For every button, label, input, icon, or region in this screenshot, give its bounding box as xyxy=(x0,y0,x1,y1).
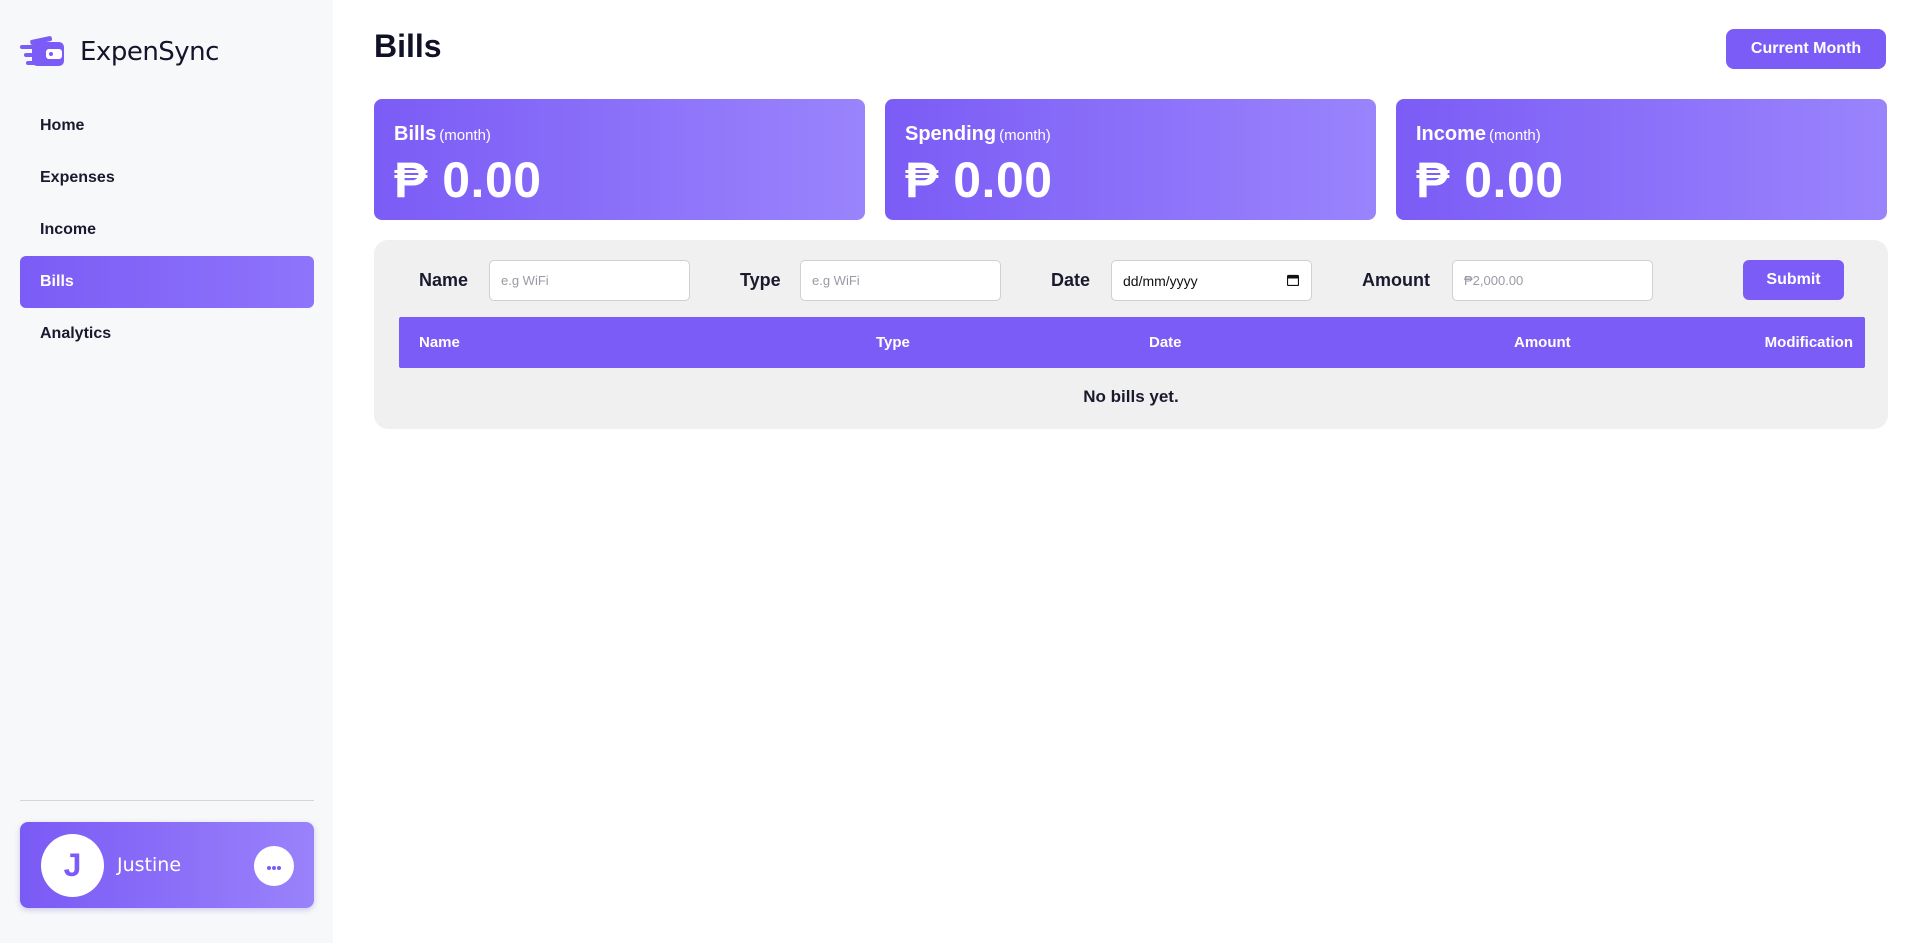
date-input[interactable]: dd/mm/yyyy xyxy=(1111,260,1312,301)
brand[interactable]: ExpenSync xyxy=(20,32,219,72)
user-menu-button[interactable] xyxy=(254,846,294,886)
sidebar-item-label: Analytics xyxy=(40,325,112,342)
submit-button[interactable]: Submit xyxy=(1743,260,1844,300)
app-name: ExpenSync xyxy=(80,37,219,67)
sidebar-item-label: Expenses xyxy=(40,169,115,186)
stat-value: ₱ 0.00 xyxy=(1416,152,1564,208)
column-header-amount: Amount xyxy=(1514,334,1571,351)
stat-title: Income (month) xyxy=(1416,123,1541,146)
stat-title: Spending (month) xyxy=(905,123,1051,146)
sidebar-nav: Home Expenses Income Bills Analytics xyxy=(20,100,314,360)
stat-value: ₱ 0.00 xyxy=(394,152,542,208)
more-dots-icon xyxy=(267,857,281,875)
date-value: dd/mm/yyyy xyxy=(1123,272,1198,289)
income-stat-card: Income (month) ₱ 0.00 xyxy=(1396,99,1887,220)
stat-value: ₱ 0.00 xyxy=(905,152,1053,208)
sidebar-item-bills[interactable]: Bills xyxy=(20,256,314,308)
column-header-modification: Modification xyxy=(1764,334,1853,351)
user-name: Justine xyxy=(117,854,182,876)
stat-label: Income xyxy=(1416,123,1487,145)
sidebar-item-label: Home xyxy=(40,117,85,134)
type-input[interactable] xyxy=(800,260,1001,301)
sidebar-item-expenses[interactable]: Expenses xyxy=(20,152,314,204)
amount-input[interactable] xyxy=(1452,260,1653,301)
amount-label: Amount xyxy=(1362,270,1430,290)
bills-table-header: Name Type Date Amount Modification xyxy=(399,317,1865,368)
column-header-name: Name xyxy=(419,334,460,351)
calendar-icon[interactable] xyxy=(1286,274,1300,287)
sidebar-item-analytics[interactable]: Analytics xyxy=(20,308,314,360)
stat-label: Spending xyxy=(905,123,997,145)
stat-title: Bills (month) xyxy=(394,123,491,146)
bills-panel: Name Type Date dd/mm/yyyy Amount Submit … xyxy=(374,240,1888,429)
avatar[interactable]: J xyxy=(41,834,104,897)
sidebar-item-label: Bills xyxy=(40,273,74,290)
stat-sub: (month) xyxy=(999,127,1051,144)
spending-stat-card: Spending (month) ₱ 0.00 xyxy=(885,99,1376,220)
stat-sub: (month) xyxy=(1489,127,1541,144)
sidebar-item-home[interactable]: Home xyxy=(20,100,314,152)
user-card: J Justine xyxy=(20,822,314,908)
sidebar-item-label: Income xyxy=(40,221,97,238)
column-header-type: Type xyxy=(876,334,910,351)
stat-sub: (month) xyxy=(439,127,491,144)
wallet-logo-icon xyxy=(20,33,66,71)
column-header-date: Date xyxy=(1149,334,1182,351)
page-title: Bills xyxy=(374,28,442,64)
stat-label: Bills xyxy=(394,123,437,145)
sidebar-item-income[interactable]: Income xyxy=(20,204,314,256)
sidebar: ExpenSync Home Expenses Income Bills Ana… xyxy=(0,0,333,943)
sidebar-divider xyxy=(20,800,314,801)
type-label: Type xyxy=(740,270,781,290)
empty-state-message: No bills yet. xyxy=(1083,387,1179,406)
date-label: Date xyxy=(1051,270,1091,290)
name-input[interactable] xyxy=(489,260,690,301)
name-label: Name xyxy=(419,270,469,290)
bills-stat-card: Bills (month) ₱ 0.00 xyxy=(374,99,865,220)
current-month-button[interactable]: Current Month xyxy=(1726,29,1886,69)
